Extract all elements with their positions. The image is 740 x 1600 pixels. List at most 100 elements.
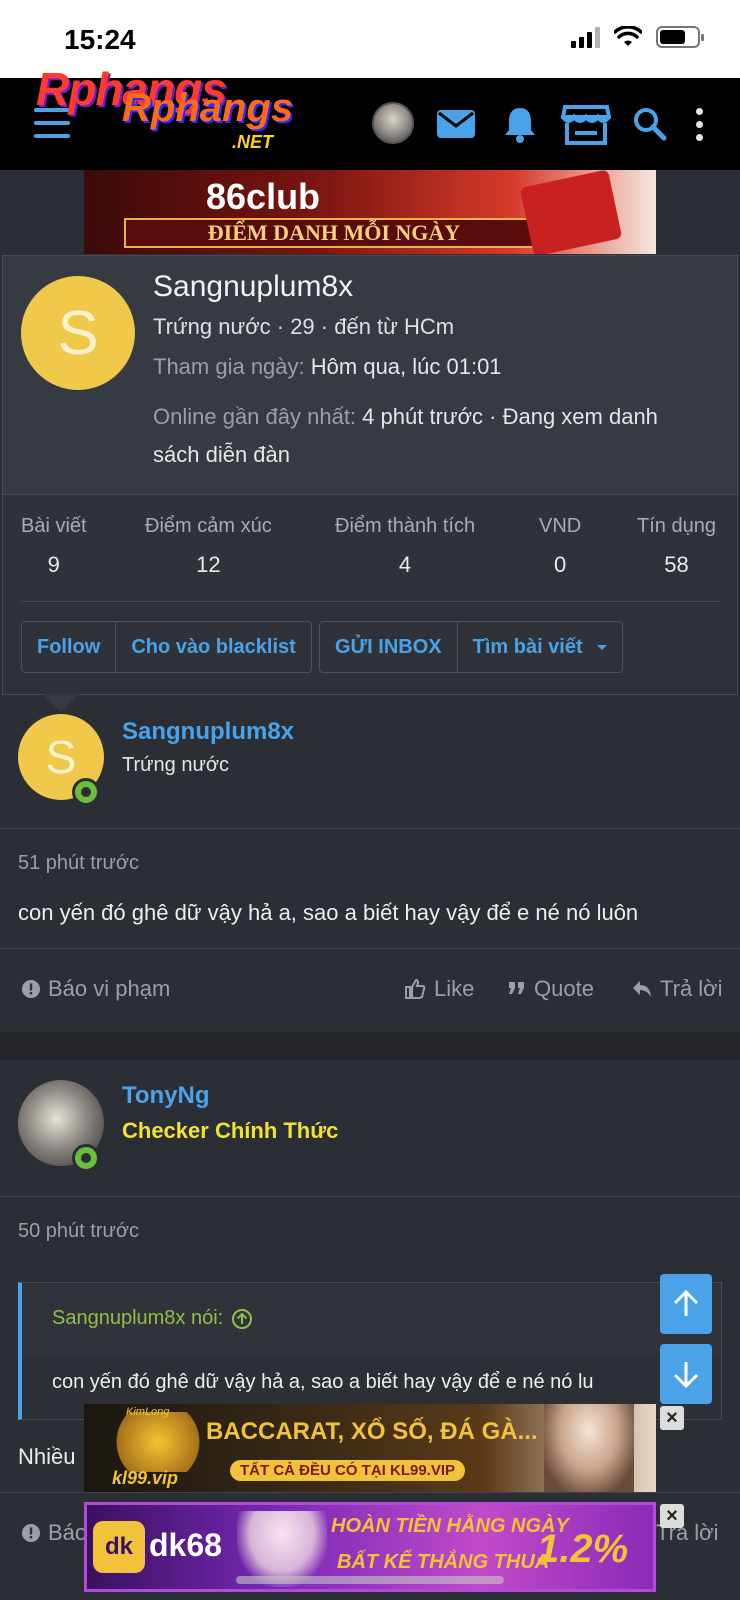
follow-button-group: Follow Cho vào blacklist xyxy=(21,621,312,673)
quote-icon xyxy=(509,982,524,994)
profile-last-online: Online gần đây nhất: 4 phút trước · Đang… xyxy=(153,398,713,474)
ad-banner-kl99[interactable]: KimLong kl99.vip BACCARAT, XỔ SỐ, ĐÁ GÀ.… xyxy=(84,1404,656,1492)
arrow-up-icon xyxy=(673,1290,699,1316)
post-user-title: Checker Chính Thức xyxy=(122,1118,339,1143)
post-username[interactable]: TonyNg xyxy=(122,1082,210,1110)
reply-button[interactable]: Trả lời xyxy=(632,976,723,1002)
banner-ad-86club[interactable]: 86club ĐIỂM DANH MỖI NGÀY xyxy=(84,170,656,254)
send-inbox-button[interactable]: GỬI INBOX xyxy=(320,622,458,672)
member-tooltip-card: S Sangnuplum8x Trứng nước · 29 · đến từ … xyxy=(2,255,738,712)
search-icon[interactable] xyxy=(628,102,672,146)
arrow-down-icon xyxy=(673,1362,699,1388)
scroll-to-bottom-button[interactable] xyxy=(660,1344,712,1404)
close-ad-icon[interactable]: × xyxy=(660,1406,684,1430)
banner-title: 86club xyxy=(206,176,321,217)
online-status-icon xyxy=(72,1144,100,1172)
like-button[interactable]: Like xyxy=(404,976,474,1002)
divider xyxy=(0,828,740,829)
report-button[interactable]: Báo vi phạm xyxy=(22,976,170,1002)
find-posts-dropdown[interactable]: Tìm bài viết xyxy=(458,622,622,672)
stat-value: 58 xyxy=(664,552,689,577)
report-button[interactable]: Báo xyxy=(22,1520,87,1546)
stat-value: 0 xyxy=(553,552,567,577)
stat-label: Bài viết xyxy=(21,515,87,537)
user-avatar[interactable] xyxy=(372,102,414,144)
post-time[interactable]: 51 phút trước xyxy=(18,852,139,875)
dragon-logo-graphic xyxy=(108,1412,208,1472)
joined-label: Tham gia ngày: xyxy=(153,354,305,379)
alert-icon xyxy=(22,1524,40,1542)
like-label: Like xyxy=(434,976,475,1001)
profile-avatar[interactable]: S xyxy=(21,276,135,390)
site-logo[interactable]: Rphangs Rphangs .NET xyxy=(36,62,306,172)
stat-label: Tín dụng xyxy=(637,515,716,537)
profile-name[interactable]: Sangnuplum8x xyxy=(153,270,353,304)
divider xyxy=(0,1196,740,1197)
alert-icon xyxy=(22,980,40,998)
ad2-percent: 1.2% xyxy=(537,1527,629,1571)
blacklist-button[interactable]: Cho vào blacklist xyxy=(116,622,311,672)
stat-label: VND xyxy=(539,515,582,537)
post-username[interactable]: Sangnuplum8x xyxy=(122,718,294,746)
stat-vnd[interactable]: VND 0 xyxy=(539,515,581,578)
stat-posts[interactable]: Bài viết 9 xyxy=(21,515,87,578)
profile-joined: Tham gia ngày: Hôm qua, lúc 01:01 xyxy=(153,354,502,380)
mail-icon[interactable] xyxy=(434,102,478,146)
banner-subtitle: ĐIỂM DANH MỖI NGÀY xyxy=(124,218,544,248)
stat-reactions[interactable]: Điểm cảm xúc 12 xyxy=(145,515,272,578)
home-indicator xyxy=(236,1576,504,1584)
ad2-brand: dk68 xyxy=(149,1527,222,1563)
status-time: 15:24 xyxy=(64,24,136,55)
quote-label: Quote xyxy=(534,976,594,1001)
reply-arrow-icon xyxy=(633,981,651,997)
online-value: 4 phút trước · Đang xem danh xyxy=(362,404,658,429)
arrow-up-circle-icon[interactable] xyxy=(231,1308,253,1330)
divider xyxy=(0,1492,740,1493)
bell-icon[interactable] xyxy=(498,102,542,146)
thumbs-up-icon xyxy=(405,978,426,999)
profile-stats: Bài viết 9 Điểm cảm xúc 12 Điểm thành tí… xyxy=(3,494,737,694)
ad1-brand: KimLong xyxy=(126,1406,170,1418)
ad2-headline: HOÀN TIỀN HẰNG NGÀY xyxy=(331,1515,569,1537)
logo-suffix: .NET xyxy=(232,132,274,152)
logo-text-2: Rphangs xyxy=(122,86,294,130)
post-content: con yến đó ghê dữ vậy hả a, sao a biết h… xyxy=(18,900,639,925)
stat-label: Điểm thành tích xyxy=(335,515,476,537)
stat-value: 4 xyxy=(398,552,412,577)
stat-value: 12 xyxy=(196,552,221,577)
contact-button-group: GỬI INBOX Tìm bài viết xyxy=(319,621,623,673)
ad2-tagline: BẤT KỂ THẮNG THUA xyxy=(337,1551,550,1573)
report-label: Báo xyxy=(48,1520,88,1545)
ad1-tagline: TẤT CẢ ĐỀU CÓ TẠI KL99.VIP xyxy=(230,1460,466,1481)
follow-button[interactable]: Follow xyxy=(22,622,117,672)
quote-author-label: Sangnuplum8x nói: xyxy=(52,1307,224,1329)
online-label: Online gần đây nhất: xyxy=(153,404,357,429)
close-ad-icon[interactable]: × xyxy=(660,1504,684,1528)
post-time[interactable]: 50 phút trước xyxy=(18,1220,139,1243)
online-status-icon xyxy=(72,778,100,806)
profile-meta: Trứng nước · 29 · đến từ HCm xyxy=(153,314,455,339)
cellular-signal-icon xyxy=(571,26,600,48)
caret-down-icon xyxy=(596,644,607,650)
reply-label: Trả lời xyxy=(660,976,723,1001)
post-content: Nhiều xyxy=(18,1444,76,1469)
report-label: Báo vi phạm xyxy=(48,976,171,1001)
ad1-site: kl99.vip xyxy=(112,1468,179,1488)
divider xyxy=(21,601,721,602)
store-icon[interactable] xyxy=(560,102,612,146)
scroll-to-top-button[interactable] xyxy=(660,1274,712,1334)
stat-achievements[interactable]: Điểm thành tích 4 xyxy=(335,515,475,578)
app-header: Rphangs Rphangs .NET xyxy=(0,63,740,170)
more-options-icon[interactable] xyxy=(696,108,703,141)
ad1-model-graphic xyxy=(544,1404,634,1492)
stat-credit[interactable]: Tín dụng 58 xyxy=(637,515,716,578)
post-separator xyxy=(0,1032,740,1060)
find-posts-label: Tìm bài viết xyxy=(472,635,583,658)
status-icons xyxy=(571,26,704,48)
gift-box-graphic xyxy=(519,170,623,254)
post-user-title: Trứng nước xyxy=(122,754,229,776)
quote-author[interactable]: Sangnuplum8x nói: xyxy=(52,1307,253,1330)
ad1-headline: BACCARAT, XỔ SỐ, ĐÁ GÀ... xyxy=(206,1418,538,1445)
ad2-logo: dk xyxy=(93,1521,145,1573)
quote-button[interactable]: Quote xyxy=(508,976,594,1002)
